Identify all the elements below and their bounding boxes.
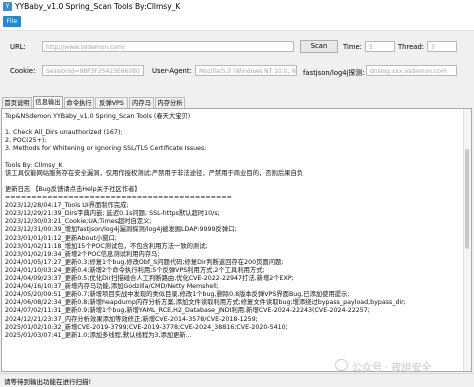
output-line: 3. Methods for Whitening or Ignoring SSL… [5, 145, 207, 153]
app-icon: Y [3, 2, 12, 11]
output-line: Tools By: Cllmsy_K [5, 161, 63, 169]
thread-input[interactable]: 3 [427, 41, 457, 52]
output-line: 2024/04/16/10:37_新增内存马功能,添加Godzilla/CMD/… [5, 283, 219, 291]
user-agent-input[interactable]: Mozilla/5.0 (Windows NT 10.0; W [195, 65, 297, 76]
output-line: 2024/01/10/03:24_更新0.4;新增2个命令执行利用;5个反弹VP… [5, 266, 265, 274]
output-line: 2023/01/02/11:18_增加15个POC测试包，不包含利用方法一致的测… [5, 242, 208, 250]
menu-file[interactable]: File [3, 16, 21, 27]
output-line: 2025/01/02/10:32_新增CVE-2019-3799;CVE-201… [5, 323, 288, 331]
tab-home[interactable]: 首页说明 [2, 97, 32, 108]
wechat-icon [335, 359, 348, 371]
url-input[interactable]: http://www.nsdemon.com/ [42, 41, 294, 52]
tab-command[interactable]: 命令执行 [64, 97, 94, 108]
output-line: 2023/01/01/01:12_更新About小窗口; [5, 234, 117, 242]
user-agent-label: User-Agent: [152, 67, 192, 75]
scrollbar-thumb[interactable] [465, 149, 469, 249]
output-line: 2024/05/20/09:51_更新0.7;新增项目实战中发现的类似目录,修改… [5, 291, 350, 299]
output-line: 1. Check All_Dirs unauthorized (167): [5, 129, 123, 137]
scan-form: URL: http://www.nsdemon.com/ Scan Time: … [0, 31, 474, 93]
window-title: YYBaby_v1.0 Spring_Scan Tools By:Cllmsy_… [15, 2, 181, 11]
tab-vps[interactable]: 反弹VPS [95, 97, 128, 108]
scan-button[interactable]: Scan [300, 40, 338, 53]
status-text: 请等待到输出功能在进行扫描! [4, 378, 92, 386]
time-input[interactable]: 5 [365, 41, 395, 52]
output-line: 2023/01/02/19:34_新增2个POC信息测试利用内存马; [5, 250, 160, 258]
dnslog-label: fastjson/log4j探测: [303, 69, 365, 77]
watermark: 公众号 · 夜组安全 [352, 363, 432, 374]
output-line: 2024/06/08/22:34_更新0.8;新增heapdump内存分析方案,… [5, 299, 406, 307]
vertical-scrollbar[interactable] [463, 109, 471, 371]
tab-memshell[interactable]: 内存马 [129, 97, 154, 108]
output-line: 2024/04/09/23:37_更新0.5;优化Dir扫描碰合人工判断路由,优… [5, 275, 294, 282]
output-line: 该工具仅能网站服务存在安全漏洞，仅用作授权测试;严禁用于非法途径，严禁用于商业目… [5, 169, 304, 177]
output-line: 2. POC(25+): [5, 137, 47, 145]
title-bar: Y YYBaby_v1.0 Spring_Scan Tools By:Cllms… [0, 0, 474, 14]
dnslog-input[interactable]: dnslog.xxx.nsdemon.com [366, 65, 457, 76]
output-line: 2024/01/05/17:27_更新0.3;修复1个bug,修改Obf_S问题… [5, 258, 284, 266]
tab-memory-analysis[interactable]: 内存分析 [155, 97, 185, 108]
output-line: 2024/12/21/23:37_内存分析效果添加等效修正;新增CVE-2014… [5, 315, 258, 323]
output-line: 2023/12/31/00:39_增加fastjson/log4j漏洞探测/lo… [5, 226, 237, 234]
output-line: 2023/12/30/03:21_Cookie;UA;Times超时自定义; [5, 218, 152, 226]
time-label: Time: [343, 43, 362, 51]
status-bar: 请等待到输出功能在进行扫描! [0, 373, 474, 387]
output-line: 2025/01/03/07:41_更新1.0;添加多线程,默认线程为3,添加更新… [5, 331, 192, 339]
cookie-label: Cookie: [10, 67, 36, 75]
cookie-input[interactable]: SessionId=98F3F25423E66080 [42, 65, 144, 76]
output-line: 2023/12/28/04:17_Tools UI界面制作完成; [5, 202, 129, 210]
output-line: ========================================… [5, 194, 232, 201]
output-line: 2023/12/29/21:39_Dirs字典内嵌; 延迟0.1s问题; SSL… [5, 210, 220, 218]
output-line: Top&NSdemon YYBaby_v1.0 Spring_Scan Tool… [5, 113, 191, 120]
output-line: 2024/07/02/11:31_更新0.9;新增1个bug,新增YAML_RC… [5, 307, 370, 315]
menu-bar: File [0, 14, 474, 31]
output-line: 更新日志 【Bug反馈请点击Help关于社区作者】 [5, 185, 141, 193]
output-textarea[interactable]: Top&NSdemon YYBaby_v1.0 Spring_Scan Tool… [1, 108, 472, 372]
url-label: URL: [10, 43, 26, 51]
thread-label: Thread: [398, 43, 425, 51]
